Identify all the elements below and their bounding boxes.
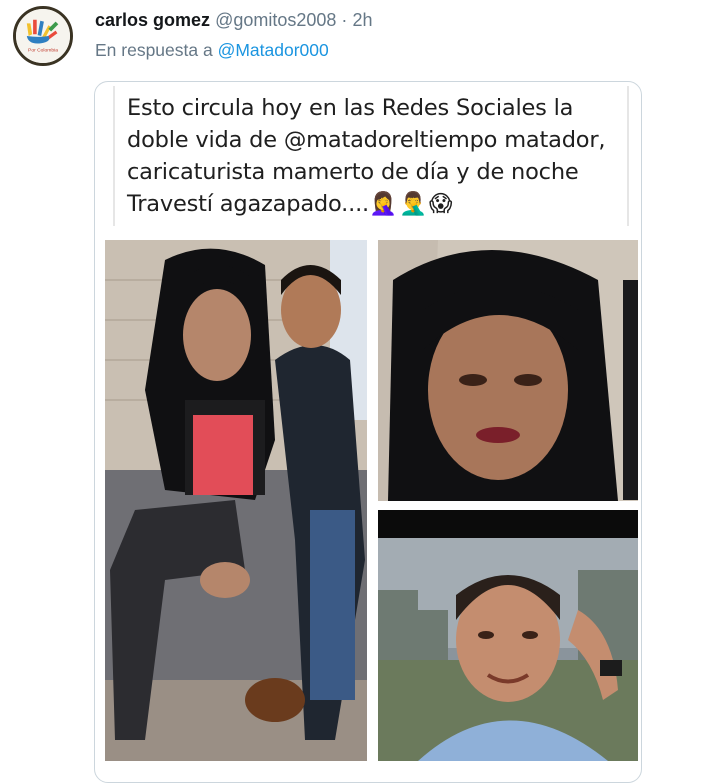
- photo-couple[interactable]: [105, 240, 367, 761]
- caption-emojis: 🤦‍♀️🤦‍♂️😱: [368, 191, 455, 217]
- separator-dot: ·: [341, 10, 348, 30]
- author-name[interactable]: carlos gomez: [95, 10, 210, 30]
- image-caption-text: Esto circula hoy en las Redes Sociales l…: [127, 92, 632, 220]
- caption-line-1: Esto circula hoy en las Redes Sociales l…: [127, 95, 574, 121]
- author-handle[interactable]: @gomitos2008: [215, 10, 336, 30]
- caption-line-3: caricaturista mamerto de día y de noche: [127, 159, 579, 185]
- photo-closeup-face[interactable]: [378, 240, 638, 501]
- timestamp[interactable]: 2h: [352, 10, 372, 30]
- por-colombia-logo: Por Colombia: [16, 9, 70, 63]
- tweet-header: carlos gomez @gomitos2008 · 2h: [95, 8, 372, 32]
- avatar-label: Por Colombia: [28, 47, 58, 53]
- caption-line-2: doble vida de @matadoreltiempo matador,: [127, 127, 606, 153]
- photo-top-black-band: [378, 510, 638, 538]
- reply-mention-link[interactable]: @Matador000: [218, 40, 329, 60]
- caption-line-4: Travestí agazapado....🤦‍♀️🤦‍♂️😱: [127, 191, 455, 217]
- avatar[interactable]: Por Colombia: [13, 6, 73, 66]
- reply-context: En respuesta a @Matador000: [95, 38, 329, 62]
- image-text-divider-left: [113, 86, 115, 226]
- photo-man-portrait[interactable]: [378, 510, 638, 761]
- reply-prefix: En respuesta a: [95, 40, 213, 60]
